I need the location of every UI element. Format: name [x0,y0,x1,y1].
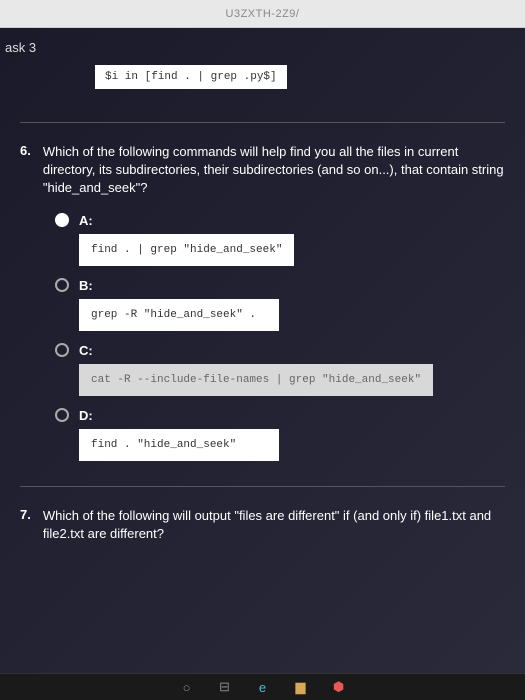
task-view-icon[interactable]: ⊟ [217,679,233,695]
windows-taskbar[interactable]: ○ ⊟ e ▆ ⬢ [0,673,525,700]
task-label: ask 3 [5,40,505,55]
question-number: 6. [20,143,31,198]
option-a[interactable]: A: find . | grep "hide_and_seek" [55,213,505,266]
divider [20,486,505,487]
option-code: cat -R --include-file-names | grep "hide… [79,364,433,396]
question-6: 6. Which of the following commands will … [20,143,505,198]
option-code: find . "hide_and_seek" [79,429,279,461]
option-c[interactable]: C: cat -R --include-file-names | grep "h… [55,343,505,396]
option-d[interactable]: D: find . "hide_and_seek" [55,408,505,461]
edge-browser-icon[interactable]: e [255,679,271,695]
option-code: find . | grep "hide_and_seek" [79,234,294,266]
task-code-snippet: $i in [find . | grep .py$] [95,65,287,89]
option-b[interactable]: B: grep -R "hide_and_seek" . [55,278,505,331]
option-header: D: [55,408,505,423]
url-fragment: U3ZXTH-2Z9/ [226,8,300,20]
browser-url-bar: U3ZXTH-2Z9/ [0,0,525,28]
question-6-options: A: find . | grep "hide_and_seek" B: grep… [55,213,505,461]
file-explorer-icon[interactable]: ▆ [293,679,309,695]
divider [20,122,505,123]
option-label: D: [79,408,93,423]
option-code: grep -R "hide_and_seek" . [79,299,279,331]
option-label: C: [79,343,93,358]
question-text: Which of the following will output "file… [43,507,505,543]
option-header: A: [55,213,505,228]
radio-icon[interactable] [55,278,69,292]
question-number: 7. [20,507,31,543]
radio-icon[interactable] [55,213,69,227]
quiz-content: ask 3 $i in [find . | grep .py$] 6. Whic… [0,28,525,673]
question-7: 7. Which of the following will output "f… [20,507,505,543]
search-icon[interactable]: ○ [179,679,195,695]
radio-icon[interactable] [55,343,69,357]
store-icon[interactable]: ⬢ [331,679,347,695]
question-text: Which of the following commands will hel… [43,143,505,198]
option-label: A: [79,213,93,228]
option-label: B: [79,278,93,293]
option-header: C: [55,343,505,358]
radio-icon[interactable] [55,408,69,422]
option-header: B: [55,278,505,293]
